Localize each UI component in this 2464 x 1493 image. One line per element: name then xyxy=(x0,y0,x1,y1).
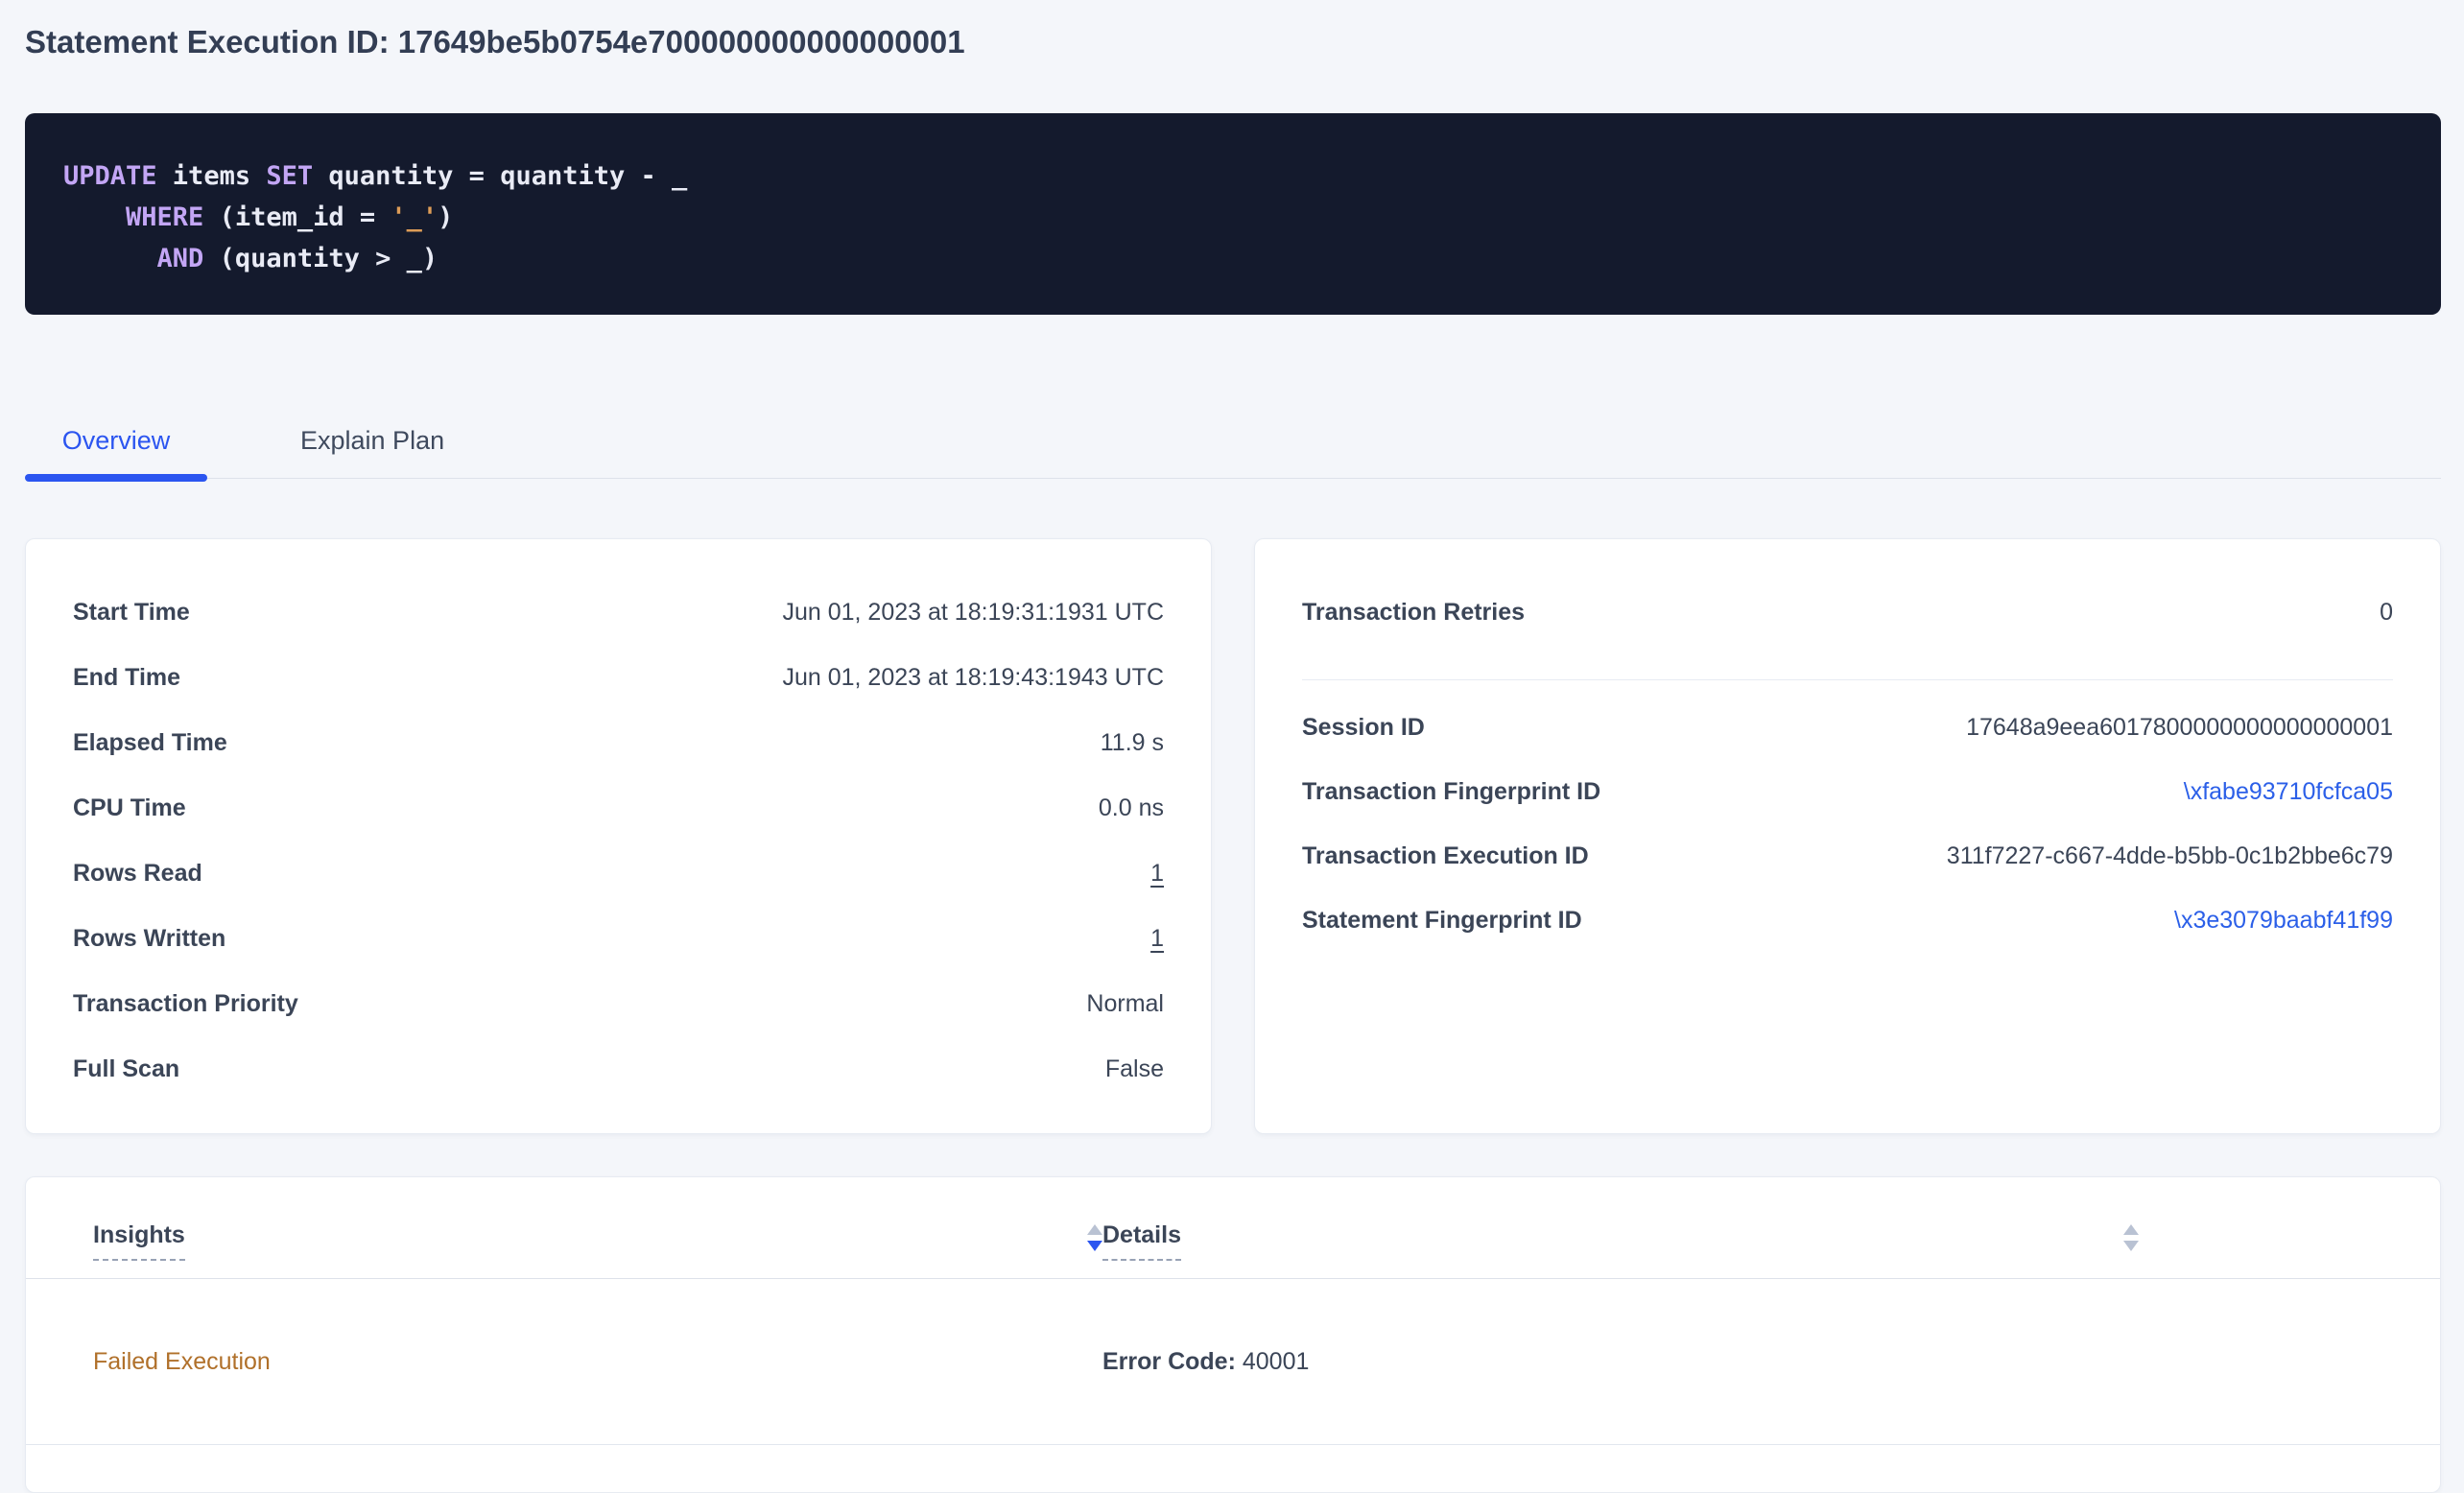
stat-row-transaction-priority: Transaction Priority Normal xyxy=(73,971,1164,1036)
tab-explain-plan[interactable]: Explain Plan xyxy=(300,403,444,478)
insights-header-label[interactable]: Insights xyxy=(93,1221,185,1261)
sql-line: WHERE (item_id = '_') xyxy=(63,197,2403,238)
session-id-label: Session ID xyxy=(1302,714,1425,742)
cpu-time-label: CPU Time xyxy=(73,794,186,822)
stat-row-transaction-execution-id: Transaction Execution ID 311f7227-c667-4… xyxy=(1302,824,2393,889)
elapsed-time-label: Elapsed Time xyxy=(73,729,227,757)
transaction-priority-label: Transaction Priority xyxy=(73,990,298,1018)
sort-ascending-icon xyxy=(1087,1224,1102,1235)
full-scan-label: Full Scan xyxy=(73,1055,179,1083)
sql-keyword: AND xyxy=(157,244,204,273)
transaction-execution-id-label: Transaction Execution ID xyxy=(1302,842,1589,870)
tab-overview[interactable]: Overview xyxy=(25,403,207,478)
tab-overview-label: Overview xyxy=(62,426,171,455)
stat-row-end-time: End Time Jun 01, 2023 at 18:19:43:1943 U… xyxy=(73,645,1164,710)
sql-keyword: WHERE xyxy=(126,202,203,232)
sql-text: quantity = quantity - _ xyxy=(313,161,687,191)
stat-row-elapsed-time: Elapsed Time 11.9 s xyxy=(73,710,1164,775)
transaction-retries-value: 0 xyxy=(2380,599,2393,627)
insights-table-row: Failed Execution Error Code: 40001 xyxy=(26,1279,2440,1445)
sql-text: (item_id = xyxy=(203,202,391,232)
insights-sort-button[interactable] xyxy=(1087,1224,1102,1251)
failed-execution-insight: Failed Execution xyxy=(93,1348,271,1375)
end-time-value: Jun 01, 2023 at 18:19:43:1943 UTC xyxy=(782,664,1164,692)
transaction-fingerprint-id-link[interactable]: \xfabe93710fcfca05 xyxy=(2184,778,2393,806)
sort-descending-icon xyxy=(2123,1241,2139,1251)
transaction-details-card: Transaction Retries 0 Session ID 17648a9… xyxy=(1254,538,2441,1134)
statement-fingerprint-id-link[interactable]: \x3e3079baabf41f99 xyxy=(2174,907,2393,935)
sql-keyword: SET xyxy=(266,161,313,191)
sql-line: AND (quantity > _) xyxy=(63,238,2403,279)
insights-table-card: Insights Details Failed Execution Error … xyxy=(25,1176,2441,1493)
insights-column-header: Insights xyxy=(93,1221,1102,1261)
sort-descending-icon xyxy=(1087,1241,1102,1251)
tab-explain-plan-label: Explain Plan xyxy=(300,426,444,455)
session-id-value: 17648a9eea6017800000000000000001 xyxy=(1966,714,2393,742)
details-sort-button[interactable] xyxy=(2123,1224,2139,1251)
details-column-header: Details xyxy=(1102,1221,2139,1261)
stat-row-full-scan: Full Scan False xyxy=(73,1036,1164,1102)
stat-row-start-time: Start Time Jun 01, 2023 at 18:19:31:1931… xyxy=(73,580,1164,645)
details-header-label[interactable]: Details xyxy=(1102,1221,1181,1261)
error-code-label: Error Code: xyxy=(1102,1348,1236,1375)
stat-row-statement-fingerprint-id: Statement Fingerprint ID \x3e3079baabf41… xyxy=(1302,889,2393,953)
elapsed-time-value: 11.9 s xyxy=(1101,729,1164,757)
sql-line: UPDATE items SET quantity = quantity - _ xyxy=(63,155,2403,197)
statement-fingerprint-id-label: Statement Fingerprint ID xyxy=(1302,907,1582,935)
start-time-value: Jun 01, 2023 at 18:19:31:1931 UTC xyxy=(782,599,1164,627)
details-cell: Error Code: 40001 xyxy=(1102,1348,2139,1376)
stat-row-transaction-fingerprint-id: Transaction Fingerprint ID \xfabe93710fc… xyxy=(1302,760,2393,824)
full-scan-value: False xyxy=(1105,1055,1164,1083)
stat-row-cpu-time: CPU Time 0.0 ns xyxy=(73,775,1164,841)
stat-row-rows-written: Rows Written 1 xyxy=(73,906,1164,971)
insight-cell: Failed Execution xyxy=(93,1348,1102,1376)
transaction-fingerprint-id-label: Transaction Fingerprint ID xyxy=(1302,778,1600,806)
sql-text: ) xyxy=(438,202,453,232)
rows-read-label: Rows Read xyxy=(73,860,202,888)
page-title: Statement Execution ID: 17649be5b0754e70… xyxy=(25,21,2441,63)
rows-written-value: 1 xyxy=(1150,925,1164,953)
transaction-priority-value: Normal xyxy=(1086,990,1164,1018)
card-divider xyxy=(1302,679,2393,680)
overview-stats-card: Start Time Jun 01, 2023 at 18:19:31:1931… xyxy=(25,538,1212,1134)
transaction-execution-id-value: 311f7227-c667-4dde-b5bb-0c1b2bbe6c79 xyxy=(1947,842,2393,870)
id-rows-group: Session ID 17648a9eea6017800000000000000… xyxy=(1302,696,2393,953)
transaction-retries-label: Transaction Retries xyxy=(1302,599,1525,627)
end-time-label: End Time xyxy=(73,664,180,692)
stat-row-transaction-retries: Transaction Retries 0 xyxy=(1302,580,2393,645)
start-time-label: Start Time xyxy=(73,599,190,627)
sql-text: items xyxy=(157,161,267,191)
sql-indent xyxy=(63,202,126,232)
rows-read-value: 1 xyxy=(1150,860,1164,888)
sql-text: (quantity > _) xyxy=(203,244,438,273)
statement-execution-page: Statement Execution ID: 17649be5b0754e70… xyxy=(0,0,2464,1493)
error-code-value: 40001 xyxy=(1236,1348,1309,1375)
sql-indent xyxy=(63,244,157,273)
stat-row-rows-read: Rows Read 1 xyxy=(73,841,1164,906)
stat-row-session-id: Session ID 17648a9eea6017800000000000000… xyxy=(1302,696,2393,760)
sql-keyword: UPDATE xyxy=(63,161,157,191)
cpu-time-value: 0.0 ns xyxy=(1099,794,1164,822)
active-tab-underline xyxy=(25,474,207,482)
sql-string-literal: '_' xyxy=(391,202,438,232)
rows-written-label: Rows Written xyxy=(73,925,225,953)
summary-cards-row: Start Time Jun 01, 2023 at 18:19:31:1931… xyxy=(25,538,2441,1134)
tab-bar: Overview Explain Plan xyxy=(25,403,2441,479)
sql-statement-box: UPDATE items SET quantity = quantity - _… xyxy=(25,113,2441,315)
insights-table-header: Insights Details xyxy=(26,1177,2440,1279)
sort-ascending-icon xyxy=(2123,1224,2139,1235)
